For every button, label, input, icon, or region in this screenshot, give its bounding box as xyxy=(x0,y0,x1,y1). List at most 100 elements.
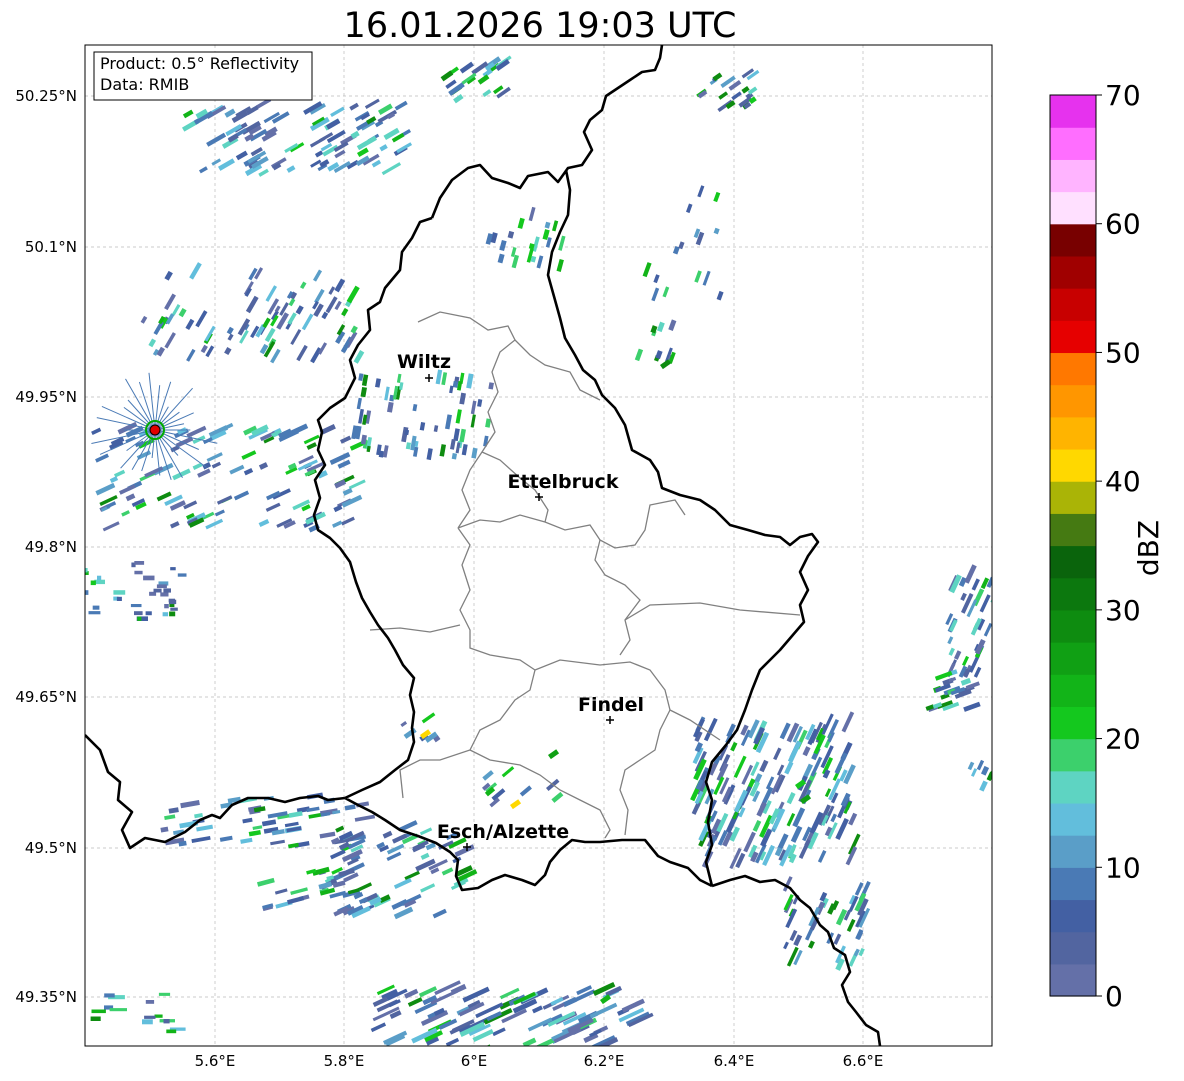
colorbar-tick-label: 40 xyxy=(1105,465,1141,498)
colorbar-swatch xyxy=(1050,95,1096,128)
lon-label: 5.6°E xyxy=(195,1052,236,1070)
colorbar-swatch xyxy=(1050,545,1096,579)
colorbar-swatch xyxy=(1050,288,1096,321)
lat-label: 50.1°N xyxy=(25,238,77,256)
colorbar-swatch xyxy=(1050,513,1096,547)
colorbar-swatch xyxy=(1050,835,1096,868)
echo-cell xyxy=(145,1000,155,1004)
colorbar-tick-label: 50 xyxy=(1105,336,1141,369)
colorbar: 0 10 20 30 40 50 60 70 dBZ xyxy=(1049,80,1165,1013)
echo-cell xyxy=(90,580,96,586)
echo-cell xyxy=(991,616,992,631)
echo-cell xyxy=(134,570,143,575)
echo-cell xyxy=(88,611,101,615)
city-label-findel: Findel xyxy=(578,694,644,716)
echo-cell xyxy=(163,1019,170,1024)
echo-cell xyxy=(177,573,187,577)
colorbar-swatch xyxy=(1050,867,1096,901)
echo-cell xyxy=(153,588,162,593)
echo-cell xyxy=(134,611,143,616)
radar-site-marker xyxy=(149,424,161,436)
colorbar-swatch xyxy=(1050,642,1096,675)
colorbar-swatch xyxy=(1050,320,1096,354)
lat-label: 50.25°N xyxy=(15,87,77,105)
echo-cell xyxy=(992,618,998,626)
lat-label: 49.95°N xyxy=(15,388,77,406)
echo-cell xyxy=(994,575,1003,587)
colorbar-swatch xyxy=(1050,127,1096,160)
colorbar-swatch xyxy=(1050,609,1096,643)
info-box: Product: 0.5° Reflectivity Data: RMIB xyxy=(93,51,313,101)
colorbar-swatch xyxy=(1050,802,1096,836)
lat-label: 49.35°N xyxy=(15,988,77,1006)
echo-cell xyxy=(158,992,171,996)
echo-cell xyxy=(168,599,177,605)
echo-cell xyxy=(170,567,176,571)
echo-cell xyxy=(137,616,142,621)
colorbar-swatch xyxy=(1050,352,1096,386)
colorbar-tick-label: 20 xyxy=(1105,723,1141,756)
echo-cell xyxy=(94,579,105,585)
echo-cell xyxy=(163,588,171,593)
colorbar-swatch xyxy=(1050,223,1096,257)
colorbar-swatch xyxy=(1050,448,1096,482)
echo-cell xyxy=(162,612,169,617)
echo-cell xyxy=(109,1008,127,1012)
echo-cell xyxy=(143,575,155,581)
echo-cell xyxy=(90,1016,101,1021)
echo-cell xyxy=(993,767,1000,776)
lon-label: 6.4°E xyxy=(714,1052,755,1070)
echo-cell xyxy=(92,605,100,610)
echo-cell xyxy=(142,1019,153,1025)
lon-label: 6.6°E xyxy=(843,1052,884,1070)
colorbar-swatch xyxy=(1050,191,1096,225)
city-label-wiltz: Wiltz xyxy=(397,351,451,373)
echo-cell xyxy=(994,637,1004,653)
lon-label: 6°E xyxy=(461,1052,488,1070)
echo-cell xyxy=(169,611,176,617)
colorbar-tick-label: 60 xyxy=(1105,208,1141,241)
colorbar-swatch xyxy=(1050,255,1096,289)
echo-cell xyxy=(116,596,122,601)
lat-label: 49.8°N xyxy=(25,538,77,556)
echo-cell xyxy=(164,604,169,609)
radar-map: Wiltz Ettelbruck Findel Esch/Alzette Pro… xyxy=(15,44,1004,1070)
echo-cell xyxy=(97,575,102,580)
echo-cell xyxy=(170,607,178,611)
echo-cell xyxy=(113,590,126,595)
colorbar-swatch xyxy=(1050,931,1096,965)
colorbar-swatch xyxy=(1050,159,1096,193)
longitude-labels: 5.6°E 5.8°E 6°E 6.2°E 6.4°E 6.6°E xyxy=(195,1052,884,1070)
echo-cell xyxy=(144,1015,156,1019)
colorbar-tick-label: 0 xyxy=(1105,980,1123,1013)
echo-cell xyxy=(160,592,169,597)
colorbar-label: dBZ xyxy=(1132,520,1165,576)
echo-cell xyxy=(130,604,142,608)
colorbar-swatch xyxy=(1050,481,1096,514)
echo-cell xyxy=(85,568,88,573)
echo-cell xyxy=(154,1014,163,1018)
info-product: Product: 0.5° Reflectivity xyxy=(100,54,299,73)
echo-cell xyxy=(134,561,145,565)
colorbar-swatch xyxy=(1050,416,1096,450)
colorbar-swatch xyxy=(1050,738,1096,772)
city-label-esch: Esch/Alzette xyxy=(437,821,569,843)
lon-label: 5.8°E xyxy=(324,1052,365,1070)
lat-label: 49.65°N xyxy=(15,688,77,706)
echo-cell xyxy=(145,611,152,616)
colorbar-tick-label: 10 xyxy=(1105,851,1141,884)
colorbar-swatch xyxy=(1050,706,1096,740)
echo-cell xyxy=(166,1029,177,1034)
city-label-ettelbruck: Ettelbruck xyxy=(508,471,619,493)
colorbar-swatch xyxy=(1050,770,1096,804)
colorbar-tick-label: 70 xyxy=(1105,80,1141,112)
colorbar-swatch xyxy=(1050,674,1096,707)
colorbar-swatch xyxy=(1050,384,1096,418)
colorbar-swatch xyxy=(1050,577,1096,611)
latitude-labels: 50.25°N 50.1°N 49.95°N 49.8°N 49.65°N 49… xyxy=(15,87,77,1006)
colorbar-swatches xyxy=(1050,95,1096,997)
echo-cell xyxy=(91,1009,106,1014)
colorbar-swatch xyxy=(1050,963,1096,997)
colorbar-tick-label: 30 xyxy=(1105,594,1141,627)
info-data: Data: RMIB xyxy=(100,75,189,94)
